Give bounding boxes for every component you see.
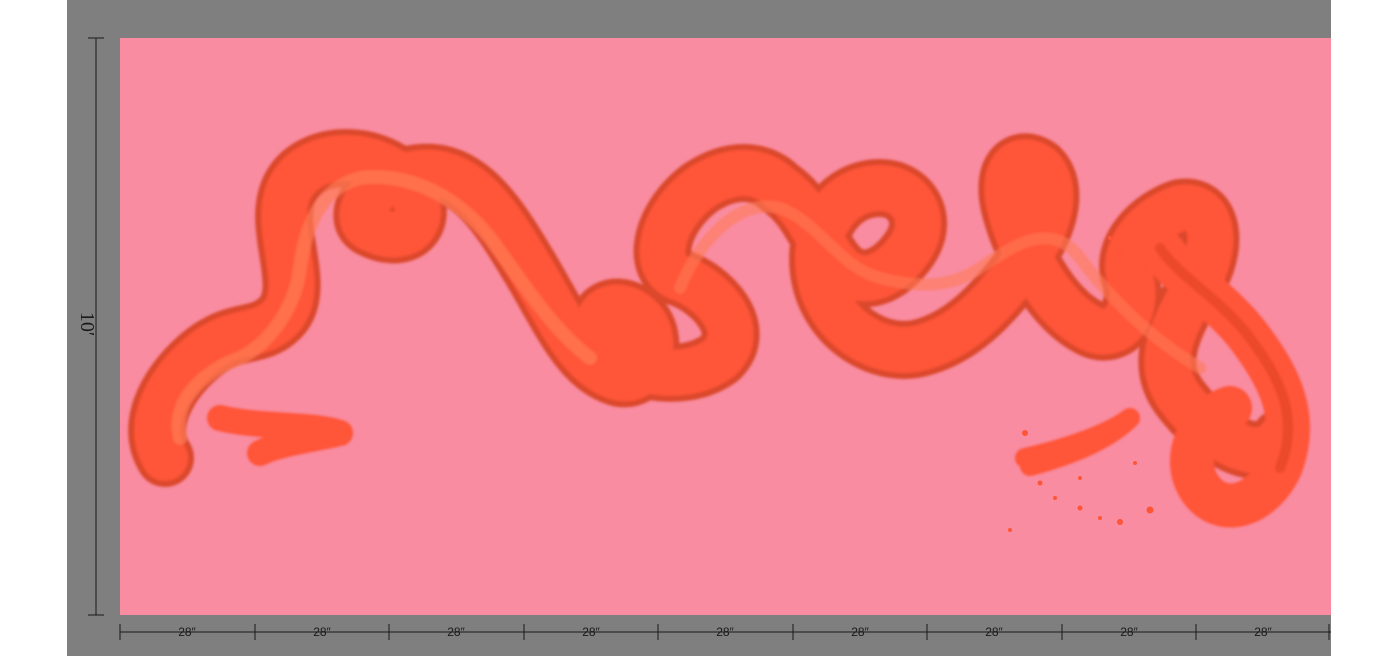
mural-canvas <box>120 38 1331 615</box>
panel-width-label: 28″ <box>716 625 734 639</box>
brushstroke-artwork <box>128 129 1310 532</box>
mural-preview: 10′ 28″ 28″ 28″ 28″ 28″ 28″ 28″ 28″ 28″ <box>0 0 1400 656</box>
paint-stroke <box>128 129 1310 528</box>
panel-width-label: 28″ <box>1254 625 1272 639</box>
panel-width-label: 28″ <box>985 625 1003 639</box>
panel-width-label: 28″ <box>851 625 869 639</box>
panel-width-labels: 28″ 28″ 28″ 28″ 28″ 28″ 28″ 28″ 28″ <box>120 622 1331 642</box>
panel-width-label: 28″ <box>447 625 465 639</box>
panel-width-label: 28″ <box>582 625 600 639</box>
panel-width-label: 28″ <box>1120 625 1138 639</box>
panel-width-label: 28″ <box>313 625 331 639</box>
height-dimension-label: 10′ <box>76 311 98 337</box>
panel-width-label: 28″ <box>178 625 196 639</box>
